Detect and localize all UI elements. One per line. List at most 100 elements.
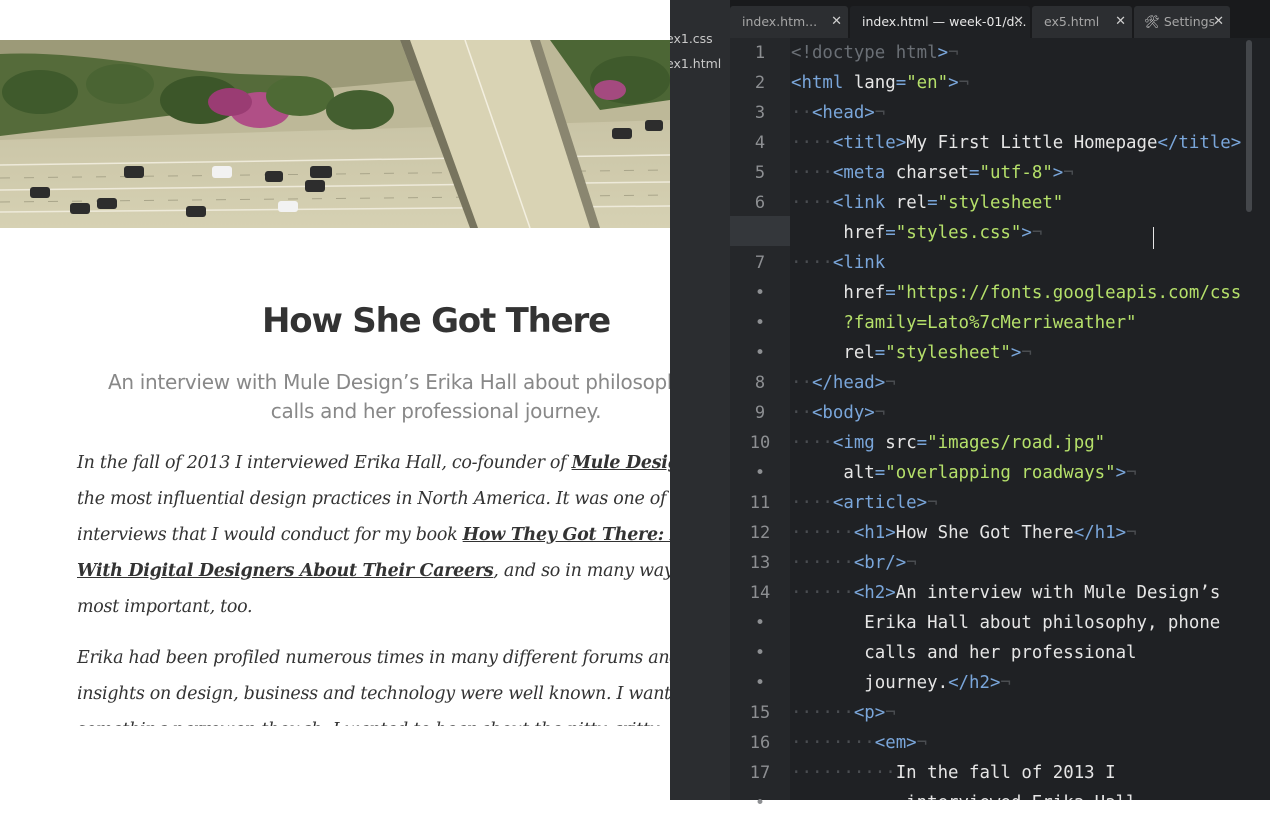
code-token: >	[937, 43, 949, 63]
line-number: 8	[754, 373, 766, 393]
file-tree-sidebar: ex1.css ex1.html	[670, 0, 730, 800]
code-token: <head>	[811, 103, 875, 123]
mule-design-link[interactable]: Mule Design	[572, 453, 670, 473]
code-token: "styles.css"	[895, 223, 1022, 243]
line-number: 4	[754, 133, 766, 153]
code-token: ¬	[1063, 163, 1074, 183]
text-caret	[1153, 227, 1154, 249]
code-text-area[interactable]: <!doctype html>¬ <html lang="en">¬ ··<head…	[791, 38, 1256, 800]
code-token: ¬	[885, 373, 896, 393]
code-token: </title>	[1157, 133, 1242, 153]
code-token: ¬	[885, 703, 896, 723]
code-line: ····<link	[791, 253, 885, 273]
code-line: ··········In the fall of 2013 I	[791, 763, 1116, 783]
code-token: ····	[791, 433, 833, 453]
code-token: ····	[791, 493, 833, 513]
code-token: interviewed Erika Hall,	[906, 793, 1147, 800]
code-token: <title>	[832, 133, 907, 153]
close-icon[interactable]: ✕	[1213, 14, 1224, 29]
close-icon[interactable]: ✕	[831, 14, 842, 29]
line-number: 13	[749, 553, 771, 573]
code-token: href	[843, 223, 886, 243]
para1-lead: In the fall of 2013 I interviewed Erika …	[77, 453, 572, 473]
line-number: 10	[749, 433, 771, 453]
code-token: <em>	[874, 733, 917, 753]
hero-image-road	[0, 40, 670, 228]
line-number: 2	[754, 73, 766, 93]
file-tree-item[interactable]: ex1.css	[670, 31, 713, 51]
code-token: <h1>	[853, 523, 896, 543]
article-subtitle: An interview with Mule Design’s Erika Ha…	[107, 370, 670, 423]
preview-bottom-margin	[0, 726, 670, 800]
tab-settings[interactable]: 🛠 Settings ✕	[1134, 6, 1230, 38]
current-line-highlight	[730, 216, 790, 246]
code-token: Erika Hall about philosophy, phone	[864, 613, 1221, 633]
file-tree-item[interactable]: ex1.html	[670, 56, 721, 76]
line-number: •	[754, 793, 766, 813]
code-token: </head>	[811, 373, 886, 393]
code-line: calls and her professional	[791, 643, 1136, 663]
line-number: 12	[749, 523, 771, 543]
code-token: ····	[791, 193, 833, 213]
code-token: =	[874, 343, 886, 363]
code-token: =	[885, 223, 896, 243]
code-token: <!doctype html	[791, 43, 938, 63]
code-token: src	[885, 433, 917, 453]
tab-label: Settings	[1163, 14, 1216, 29]
code-line: ····<title>My First Little Homepage</tit…	[791, 133, 1241, 153]
code-token: rel	[895, 193, 928, 213]
line-number: •	[754, 613, 766, 633]
line-number: •	[754, 673, 766, 693]
article-paragraph-1: In the fall of 2013 I interviewed Erika …	[77, 445, 670, 625]
code-token: ····	[791, 133, 833, 153]
vertical-scrollbar[interactable]	[1246, 40, 1252, 212]
code-line: ··</head>¬	[791, 373, 896, 393]
code-token: ··	[791, 403, 812, 423]
code-line: ······<br/>¬	[791, 553, 917, 573]
line-number: 1	[754, 43, 766, 63]
code-token: "utf-8"	[979, 163, 1053, 183]
code-token: <meta	[832, 163, 896, 183]
code-token: =	[895, 73, 907, 93]
tab-index-html-1[interactable]: index.htm... ✕	[730, 6, 848, 38]
tab-ex5-html[interactable]: ex5.html ✕	[1032, 6, 1132, 38]
line-number: 9	[754, 403, 766, 423]
code-token: ¬	[958, 73, 970, 93]
code-line: ······<h2>An interview with Mule Design’…	[791, 583, 1220, 603]
code-token: ······	[791, 553, 854, 573]
wrench-screwdriver-icon: 🛠	[1144, 14, 1160, 29]
close-icon[interactable]: ✕	[1013, 14, 1024, 29]
code-token: <article>	[832, 493, 928, 513]
code-token: ······	[791, 523, 854, 543]
code-token: ········	[791, 733, 875, 753]
line-number: •	[754, 283, 766, 303]
code-token: <img	[832, 433, 886, 453]
code-token: =	[874, 463, 886, 483]
code-token: <link	[832, 253, 886, 273]
code-token: ¬	[927, 493, 938, 513]
code-token: "en"	[906, 73, 949, 93]
code-line: ····<article>¬	[791, 493, 938, 513]
code-token: ¬	[916, 733, 928, 753]
code-line: ······<p>¬	[791, 703, 896, 723]
line-number: 15	[749, 703, 771, 723]
line-number-gutter: 123456•7•••8910•11121314•••151617•	[730, 38, 790, 813]
code-token: In the fall of 2013 I	[895, 763, 1116, 783]
code-token: ¬	[1000, 673, 1011, 693]
code-token: journey.	[864, 673, 949, 693]
code-line: alt="overlapping roadways">¬	[791, 463, 1136, 483]
code-line: ········<em>¬	[791, 733, 927, 753]
tab-index-html-active[interactable]: index.html — week-01/d... ✕	[850, 6, 1030, 38]
close-icon[interactable]: ✕	[1115, 14, 1126, 29]
code-token: How She Got There	[895, 523, 1074, 543]
code-token: ··········	[791, 763, 896, 783]
code-line: Erika Hall about philosophy, phone	[791, 613, 1220, 633]
code-token: <br/>	[853, 553, 907, 573]
code-token: <h2>	[853, 583, 896, 603]
code-line: href="styles.css">¬	[791, 223, 1042, 243]
